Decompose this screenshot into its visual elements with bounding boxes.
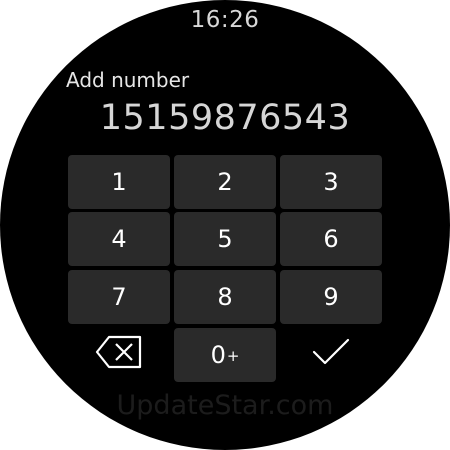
key-4[interactable]: 4: [68, 212, 170, 266]
key-8[interactable]: 8: [174, 270, 276, 324]
key-7[interactable]: 7: [68, 270, 170, 324]
key-1[interactable]: 1: [68, 155, 170, 209]
watch-screen: 16:26 Add number 15159876543 1 2 3 4 5 6…: [0, 0, 450, 450]
confirm-button[interactable]: [280, 328, 382, 382]
key-0-label: 0: [210, 341, 226, 369]
status-time: 16:26: [190, 7, 260, 33]
key-3[interactable]: 3: [280, 155, 382, 209]
watermark: UpdateStar.com: [116, 390, 334, 421]
backspace-button[interactable]: [68, 328, 170, 382]
key-5[interactable]: 5: [174, 212, 276, 266]
key-0-plus[interactable]: 0 +: [174, 328, 276, 382]
key-9[interactable]: 9: [280, 270, 382, 324]
key-2[interactable]: 2: [174, 155, 276, 209]
checkmark-icon: [311, 336, 351, 374]
key-6[interactable]: 6: [280, 212, 382, 266]
zero-plus-label: 0 +: [211, 341, 240, 369]
dialed-number: 15159876543: [99, 98, 351, 138]
page-title: Add number: [66, 68, 190, 92]
key-0-plus-label: +: [226, 347, 240, 365]
backspace-icon: [95, 335, 143, 375]
